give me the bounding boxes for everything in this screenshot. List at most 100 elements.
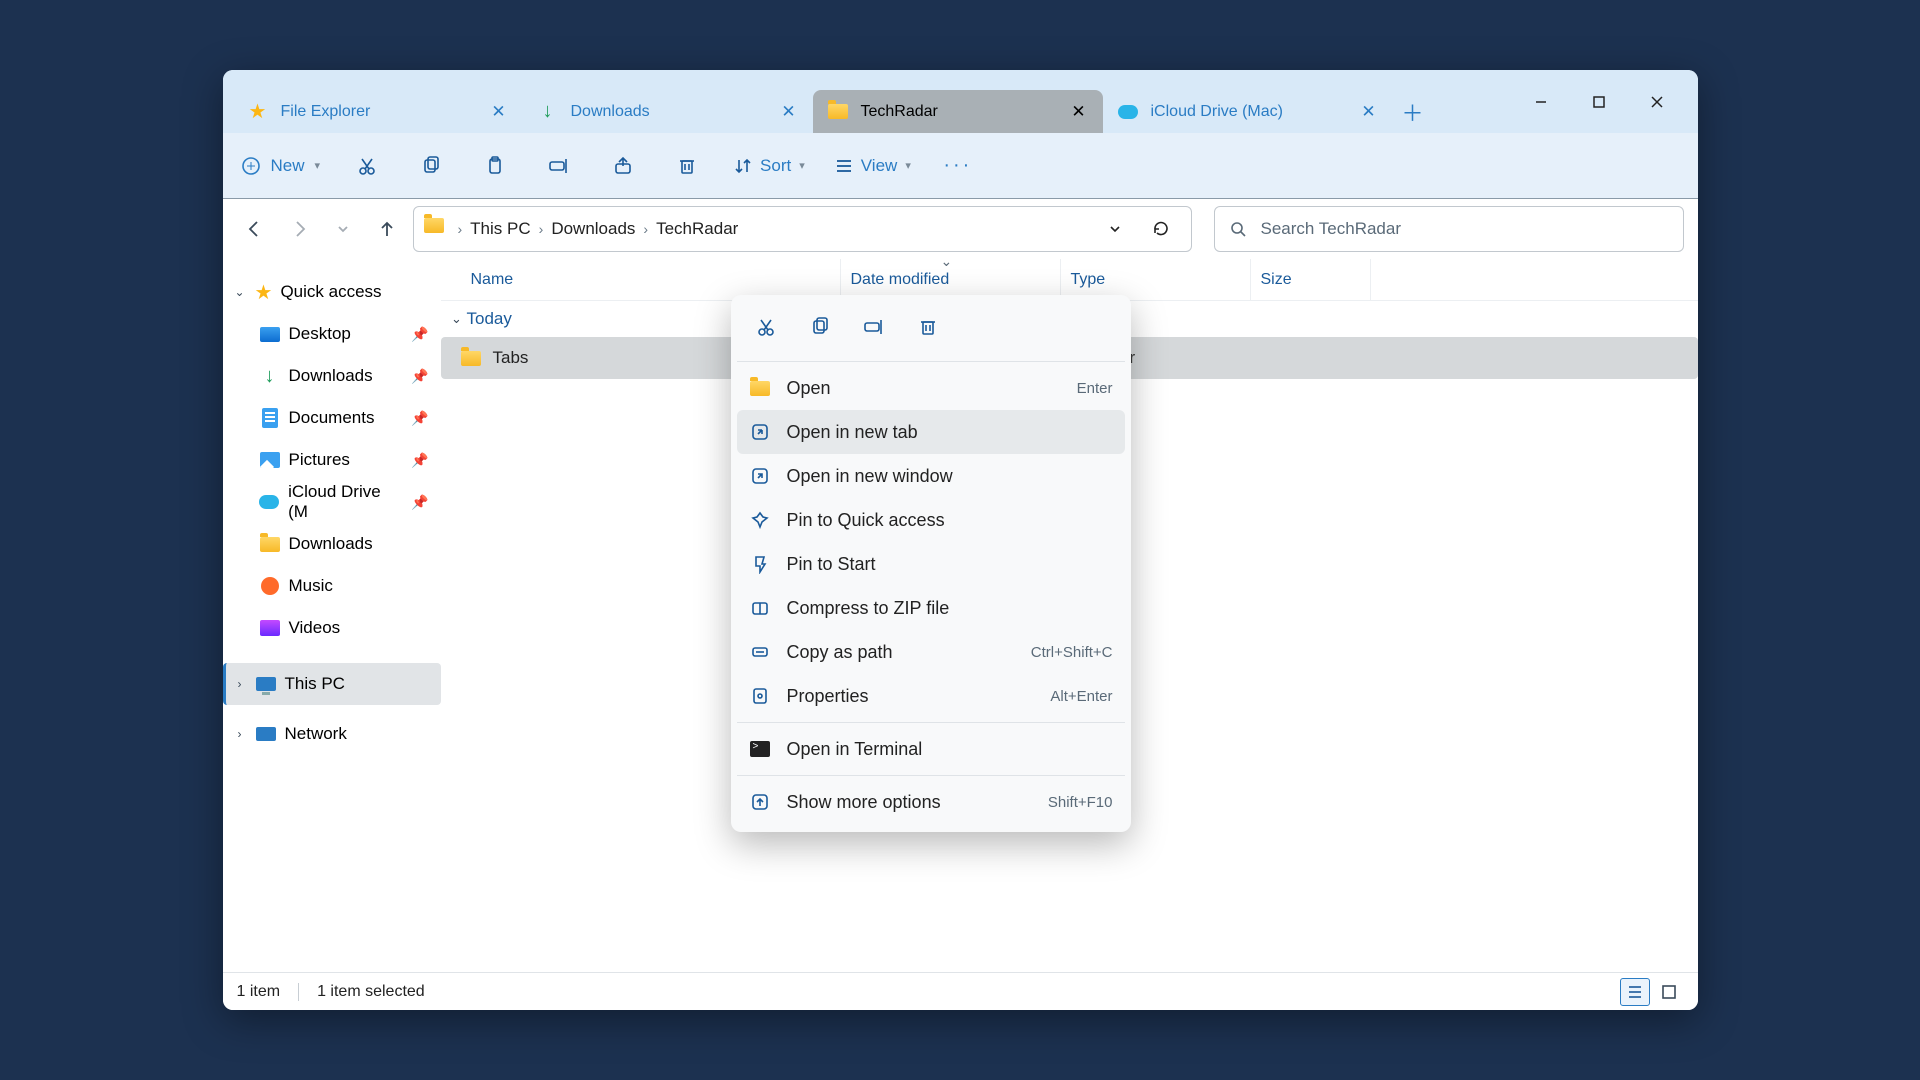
status-selected-count: 1 item selected xyxy=(317,983,425,1001)
sidebar-this-pc[interactable]: › This PC xyxy=(223,663,441,705)
ctx-properties[interactable]: Properties Alt+Enter xyxy=(737,674,1125,718)
ctx-label: Copy as path xyxy=(787,642,1015,663)
ctx-open-new-window[interactable]: Open in new window xyxy=(737,454,1125,498)
new-tab-icon xyxy=(749,421,771,443)
ctx-label: Properties xyxy=(787,686,1035,707)
chevron-right-icon: › xyxy=(635,221,656,237)
maximize-button[interactable] xyxy=(1570,83,1628,121)
ctx-pin-quick-access[interactable]: Pin to Quick access xyxy=(737,498,1125,542)
delete-button[interactable] xyxy=(670,149,704,183)
ctx-open[interactable]: Open Enter xyxy=(737,366,1125,410)
sidebar-quick-access[interactable]: ⌄ ★ Quick access xyxy=(223,271,441,313)
breadcrumb[interactable]: Downloads xyxy=(551,219,635,239)
sidebar-label: This PC xyxy=(285,674,345,694)
ctx-compress-zip[interactable]: Compress to ZIP file xyxy=(737,586,1125,630)
pin-icon[interactable]: 📌 xyxy=(411,368,428,385)
chevron-right-icon: › xyxy=(531,221,552,237)
cut-button[interactable] xyxy=(350,149,384,183)
sort-button[interactable]: Sort ▾ xyxy=(734,156,805,176)
ctx-shortcut: Alt+Enter xyxy=(1050,688,1112,705)
sidebar-item-downloads-2[interactable]: Downloads xyxy=(223,523,441,565)
more-button[interactable]: ··· xyxy=(941,149,975,183)
pin-icon[interactable]: 📌 xyxy=(411,326,428,343)
ctx-pin-start[interactable]: Pin to Start xyxy=(737,542,1125,586)
share-button[interactable] xyxy=(606,149,640,183)
sidebar-item-pictures[interactable]: Pictures📌 xyxy=(223,439,441,481)
back-button[interactable] xyxy=(237,211,273,247)
forward-button[interactable] xyxy=(281,211,317,247)
ctx-label: Show more options xyxy=(787,792,1032,813)
ctx-more-options[interactable]: Show more options Shift+F10 xyxy=(737,780,1125,824)
chevron-right-icon[interactable]: › xyxy=(233,727,247,741)
titlebar: ★ File Explorer ✕ ↓ Downloads ✕ TechRada… xyxy=(223,70,1698,133)
paste-button[interactable] xyxy=(478,149,512,183)
chevron-down-icon: ⌄ xyxy=(447,311,467,327)
new-button[interactable]: New ▾ xyxy=(241,156,321,176)
search-placeholder: Search TechRadar xyxy=(1261,219,1402,239)
ctx-open-terminal[interactable]: Open in Terminal xyxy=(737,727,1125,771)
ctx-shortcut: Ctrl+Shift+C xyxy=(1031,644,1113,661)
pin-icon[interactable]: 📌 xyxy=(411,410,428,427)
folder-icon xyxy=(749,377,771,399)
ctx-rename-button[interactable] xyxy=(851,307,897,347)
column-name[interactable]: Name xyxy=(461,259,841,300)
close-icon[interactable]: ✕ xyxy=(1069,102,1089,122)
pin-icon[interactable]: 📌 xyxy=(411,452,428,469)
column-size[interactable]: Size xyxy=(1251,259,1371,300)
up-button[interactable] xyxy=(369,211,405,247)
tab-icloud[interactable]: iCloud Drive (Mac) ✕ xyxy=(1103,90,1393,133)
tab-downloads[interactable]: ↓ Downloads ✕ xyxy=(523,90,813,133)
column-date[interactable]: Date modified xyxy=(841,259,1061,300)
tab-file-explorer[interactable]: ★ File Explorer ✕ xyxy=(233,90,523,133)
sidebar-item-desktop[interactable]: Desktop📌 xyxy=(223,313,441,355)
sidebar-network[interactable]: › Network xyxy=(223,713,441,755)
sidebar-item-documents[interactable]: Documents📌 xyxy=(223,397,441,439)
close-icon[interactable]: ✕ xyxy=(489,102,509,122)
view-button[interactable]: View ▾ xyxy=(835,156,911,176)
close-button[interactable] xyxy=(1628,83,1686,121)
thumbnails-view-button[interactable] xyxy=(1654,978,1684,1006)
pin-icon[interactable]: 📌 xyxy=(411,494,428,511)
recent-button[interactable] xyxy=(325,211,361,247)
address-dropdown[interactable] xyxy=(1095,209,1135,249)
sidebar-item-videos[interactable]: Videos xyxy=(223,607,441,649)
breadcrumb[interactable]: This PC xyxy=(470,219,530,239)
sidebar-item-icloud[interactable]: iCloud Drive (M📌 xyxy=(223,481,441,523)
sidebar-item-music[interactable]: Music xyxy=(223,565,441,607)
copy-button[interactable] xyxy=(414,149,448,183)
tab-label: File Explorer xyxy=(281,103,489,121)
rename-button[interactable] xyxy=(542,149,576,183)
chevron-right-icon[interactable]: › xyxy=(233,677,247,691)
copy-path-icon xyxy=(749,641,771,663)
column-type[interactable]: Type xyxy=(1061,259,1251,300)
minimize-button[interactable] xyxy=(1512,83,1570,121)
tab-techradar[interactable]: TechRadar ✕ xyxy=(813,90,1103,133)
download-icon: ↓ xyxy=(537,101,559,123)
video-icon xyxy=(259,617,281,639)
ctx-delete-button[interactable] xyxy=(905,307,951,347)
ctx-copy-button[interactable] xyxy=(797,307,843,347)
new-label: New xyxy=(271,156,305,176)
group-label: Today xyxy=(467,309,512,329)
ctx-copy-path[interactable]: Copy as path Ctrl+Shift+C xyxy=(737,630,1125,674)
sidebar-item-downloads[interactable]: ↓Downloads📌 xyxy=(223,355,441,397)
ctx-cut-button[interactable] xyxy=(743,307,789,347)
view-toggles xyxy=(1620,978,1684,1006)
nav-pane: ⌄ ★ Quick access Desktop📌 ↓Downloads📌 Do… xyxy=(223,259,441,972)
ctx-open-new-tab[interactable]: Open in new tab xyxy=(737,410,1125,454)
close-icon[interactable]: ✕ xyxy=(1359,102,1379,122)
chevron-down-icon: ▾ xyxy=(905,159,911,172)
breadcrumb[interactable]: TechRadar xyxy=(656,219,738,239)
network-icon xyxy=(255,723,277,745)
nav-bar: › This PC › Downloads › TechRadar Search… xyxy=(223,199,1698,259)
chevron-down-icon[interactable]: ⌄ xyxy=(233,285,247,299)
new-tab-button[interactable]: ＋ xyxy=(1393,90,1433,133)
close-icon[interactable]: ✕ xyxy=(779,102,799,122)
column-label: Name xyxy=(471,271,514,289)
details-view-button[interactable] xyxy=(1620,978,1650,1006)
refresh-button[interactable] xyxy=(1141,209,1181,249)
music-icon xyxy=(259,575,281,597)
address-bar[interactable]: › This PC › Downloads › TechRadar xyxy=(413,206,1192,252)
search-box[interactable]: Search TechRadar xyxy=(1214,206,1684,252)
chevron-down-icon: ▾ xyxy=(315,159,321,172)
